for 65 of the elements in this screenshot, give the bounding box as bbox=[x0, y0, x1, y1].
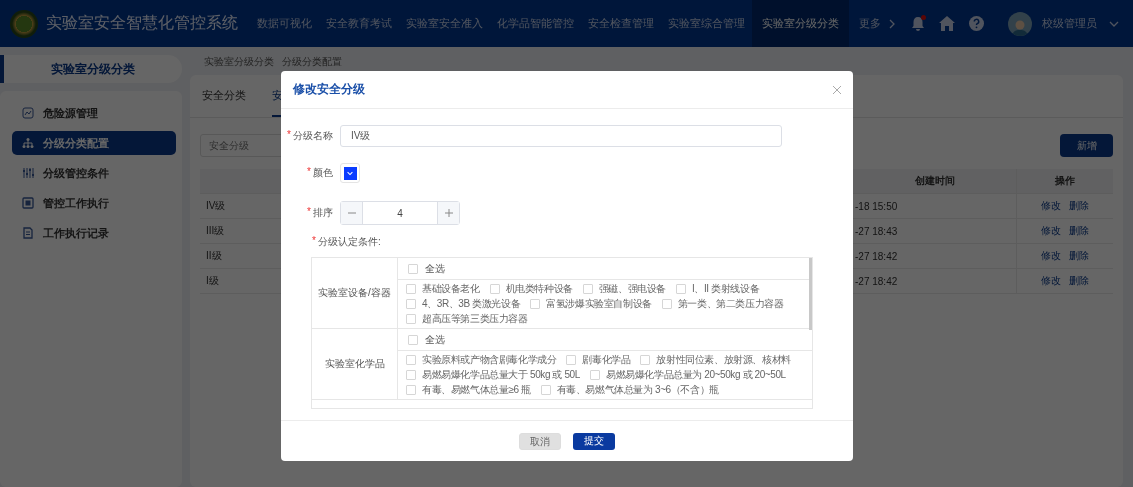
group-name: 实验室设备/容器 bbox=[318, 286, 391, 300]
checkbox-label: 4、3R、3B 类激光设备 bbox=[422, 297, 521, 311]
table-cell: -27 18:42 bbox=[855, 275, 898, 287]
checkbox-label: 实验原料或产物含剧毒化学成分 bbox=[422, 353, 557, 367]
delete-link[interactable]: 删除 bbox=[1069, 199, 1089, 213]
checkbox-label: I、II 类射线设备 bbox=[692, 282, 760, 296]
checkbox-label: 超高压等第三类压力容器 bbox=[422, 312, 528, 326]
nav-item[interactable]: 数据可视化 bbox=[250, 0, 319, 47]
more-menu[interactable]: 更多 bbox=[849, 0, 907, 47]
checkbox-label: 有毒、易燃气体总量为 3~6（不含）瓶 bbox=[556, 383, 719, 397]
new-button[interactable]: 新增 bbox=[1060, 134, 1113, 157]
checkbox-label: 剧毒化学品 bbox=[582, 353, 631, 367]
nav-item[interactable]: 实验室安全准入 bbox=[399, 0, 490, 47]
tab[interactable]: 安全分类 bbox=[202, 75, 246, 117]
delete-link[interactable]: 删除 bbox=[1069, 224, 1089, 238]
table-cell: III级 bbox=[206, 224, 225, 238]
nav-item[interactable]: 化学品智能管控 bbox=[490, 0, 581, 47]
sidebar-item[interactable]: 危险源管理 bbox=[12, 101, 176, 125]
number-stepper[interactable]: 4 bbox=[340, 201, 460, 225]
submit-button[interactable]: 提交 bbox=[573, 432, 615, 450]
table-cell: -27 18:43 bbox=[855, 225, 898, 237]
checkbox-label: 第一类、第二类压力容器 bbox=[677, 297, 784, 311]
field-label: 排序 bbox=[313, 206, 333, 220]
dialog-title: 修改安全分级 bbox=[293, 81, 365, 98]
nav-item[interactable]: 安全教育考试 bbox=[319, 0, 399, 47]
checkbox-label: 有毒、易燃气体总量≥6 瓶 bbox=[422, 383, 531, 397]
table-cell: IV级 bbox=[206, 199, 226, 213]
column-header: 创建时间 bbox=[853, 169, 1016, 194]
checkbox-label: 易燃易爆化学品总量为 20~50kg 或 20~50L bbox=[605, 368, 786, 382]
checkbox-label: 强磁、强电设备 bbox=[598, 282, 666, 296]
delete-link[interactable]: 删除 bbox=[1069, 249, 1089, 263]
edit-link[interactable]: 修改 bbox=[1041, 274, 1061, 288]
checkbox-label: 放射性同位素、放射源、核材料 bbox=[656, 353, 791, 367]
user-name[interactable]: 校级管理员 bbox=[1042, 16, 1097, 31]
sidebar-item[interactable]: 分级分类配置 bbox=[12, 131, 176, 155]
checkbox-label: 基础设备老化 bbox=[422, 282, 480, 296]
group-name: 实验室化学品 bbox=[324, 357, 385, 371]
checkbox-label: 富氢涉爆实验室自制设备 bbox=[546, 297, 652, 311]
column-header: 操作 bbox=[1016, 169, 1113, 194]
required-mark: * bbox=[307, 206, 311, 219]
delete-link[interactable]: 删除 bbox=[1069, 274, 1089, 288]
field-label: 颜色 bbox=[313, 166, 333, 180]
field-label: 分级认定条件: bbox=[317, 235, 381, 249]
checkbox-label: 全选 bbox=[425, 332, 445, 347]
sidebar-item[interactable]: 工作执行记录 bbox=[12, 221, 176, 245]
checkbox-label: 机电类特种设备 bbox=[505, 282, 573, 296]
edit-link[interactable]: 修改 bbox=[1041, 249, 1061, 263]
table-cell: -27 18:42 bbox=[855, 250, 898, 262]
table-cell: II级 bbox=[206, 249, 222, 263]
checkbox-label: 全选 bbox=[425, 261, 445, 276]
nav-item[interactable]: 实验室综合管理 bbox=[661, 0, 752, 47]
required-mark: * bbox=[307, 166, 311, 179]
table-cell: -18 15:50 bbox=[855, 200, 898, 212]
app-title: 实验室安全智慧化管控系统 bbox=[46, 13, 238, 33]
sidebar-item[interactable]: 分级管控条件 bbox=[12, 161, 176, 185]
checkbox-label: 易燃易爆化学品总量大于 50kg 或 50L bbox=[422, 368, 580, 382]
nav-item[interactable]: 实验室分级分类 bbox=[752, 0, 849, 47]
sidebar-title: 实验室分级分类 bbox=[0, 55, 182, 83]
edit-link[interactable]: 修改 bbox=[1041, 224, 1061, 238]
sidebar-item[interactable]: 管控工作执行 bbox=[12, 191, 176, 215]
table-cell: I级 bbox=[206, 274, 219, 288]
edit-link[interactable]: 修改 bbox=[1041, 199, 1061, 213]
nav-item[interactable]: 安全检查管理 bbox=[581, 0, 661, 47]
name-field[interactable]: IV级 bbox=[340, 125, 782, 147]
required-mark: * bbox=[312, 235, 316, 248]
